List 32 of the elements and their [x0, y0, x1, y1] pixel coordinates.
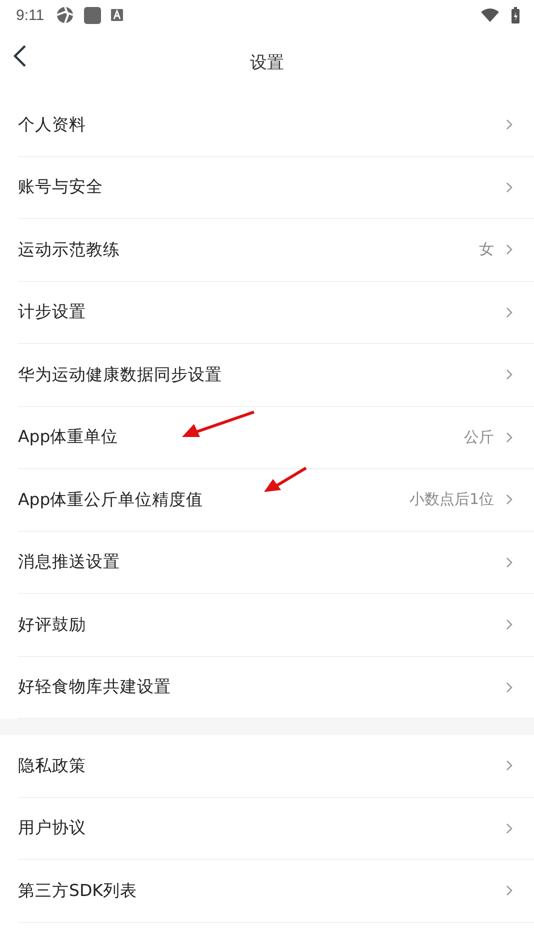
settings-item[interactable]: 计步设置 [18, 282, 534, 344]
settings-item[interactable]: 用户协议 [18, 798, 534, 860]
annotation-arrow [262, 466, 308, 494]
chevron-icon [506, 119, 513, 130]
settings-item[interactable]: 消息推送设置 [18, 532, 534, 594]
chevron-icon [506, 182, 513, 193]
app-icon [56, 6, 74, 24]
chevron-icon [506, 244, 513, 256]
settings-item[interactable]: 第三方SDK列表 [18, 860, 534, 922]
chevron-icon [506, 760, 513, 772]
keyboard-icon [111, 9, 124, 21]
settings-item[interactable]: 华为运动健康数据同步设置 [18, 344, 534, 406]
chevron-icon [506, 822, 513, 834]
wifi-icon [481, 8, 499, 22]
settings-item[interactable]: 好评鼓励 [18, 594, 534, 656]
chevron-icon [506, 306, 513, 318]
status-time: 9:11 [16, 6, 44, 24]
settings-item[interactable]: 隐私政策 [18, 735, 534, 798]
page-title: 设置 [250, 52, 284, 74]
chevron-icon [506, 619, 513, 630]
chevron-icon [506, 885, 513, 896]
settings-item[interactable]: 运动示范教练 女 [18, 219, 534, 282]
chevron-icon [506, 369, 513, 380]
settings-item[interactable]: 个人资料 [18, 94, 534, 156]
chevron-icon [506, 432, 513, 443]
back-icon[interactable] [13, 44, 27, 68]
chevron-icon [506, 494, 513, 506]
chevron-icon [506, 556, 513, 568]
chevron-icon [506, 682, 513, 693]
notification-icon [84, 6, 102, 24]
settings-item[interactable]: 账号与安全 [18, 156, 534, 219]
battery-icon [511, 6, 520, 24]
